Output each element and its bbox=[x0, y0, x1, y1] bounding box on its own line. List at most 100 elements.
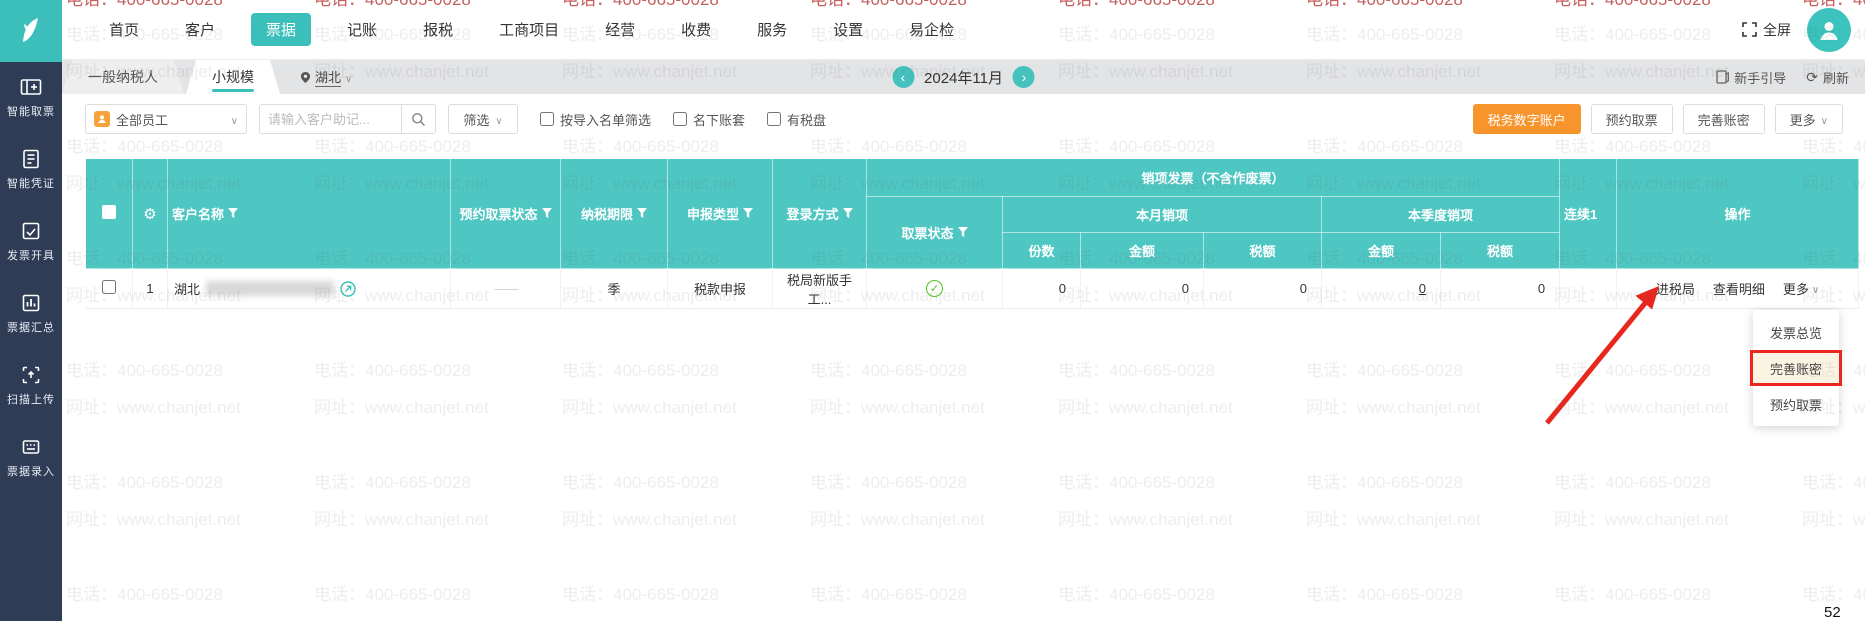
customer-search-input[interactable] bbox=[260, 111, 401, 127]
watermark-text: 电话：400-665-0028 bbox=[562, 473, 719, 492]
watermark-text: 网址：www.chanjet.net bbox=[810, 510, 985, 529]
watermark-text: 网址：www.chanjet.net bbox=[810, 617, 985, 621]
nav-item-tax-filing[interactable]: 报税 bbox=[413, 13, 463, 46]
watermark-text: 网址：www.chanjet.net bbox=[562, 398, 737, 417]
prev-month-button[interactable] bbox=[892, 66, 915, 88]
login-method-cell: 税局新版手工... bbox=[772, 268, 867, 309]
topnav-right: 全屏 bbox=[1742, 7, 1865, 52]
watermark-text: 网址：www.chanjet.net bbox=[314, 398, 489, 417]
header-login-method: 登录方式 bbox=[772, 158, 867, 269]
copies-cell: 0 bbox=[1002, 268, 1081, 309]
menu-item-invoice-overview[interactable]: 发票总览 bbox=[1753, 314, 1839, 350]
app-logo[interactable] bbox=[0, 0, 62, 62]
nav-item-bookkeeping[interactable]: 记账 bbox=[337, 13, 387, 46]
nav-item-tickets[interactable]: 票据 bbox=[251, 13, 312, 46]
nav-item-operations[interactable]: 经营 bbox=[595, 13, 645, 46]
checkbox-import-list[interactable]: 按导入名单筛选 bbox=[540, 110, 651, 129]
tax-disk-checkbox[interactable] bbox=[767, 112, 782, 126]
watermark-text: 电话：400-665-0028 bbox=[1058, 137, 1215, 156]
region-selector[interactable]: 湖北 bbox=[300, 60, 352, 94]
nav-item-customers[interactable]: 客户 bbox=[175, 13, 225, 46]
success-check-icon bbox=[926, 280, 943, 297]
watermark-text: 电话：400-665-0028 bbox=[1058, 585, 1215, 604]
nav-item-services[interactable]: 服务 bbox=[747, 13, 797, 46]
sidebar-item-label: 智能凭证 bbox=[7, 178, 55, 190]
smart-ticket-icon bbox=[20, 79, 42, 95]
watermark-text: 电话：400-665-0028 bbox=[314, 137, 471, 156]
customer-name[interactable]: 湖北 bbox=[174, 279, 200, 298]
sub-toolbar: 一般纳税人 小规模 湖北 2024年11月 新手引导 刷新 bbox=[62, 60, 1865, 94]
header-reserve-status: 预约取票状态 bbox=[450, 158, 561, 269]
more-button[interactable]: 更多 bbox=[1774, 104, 1843, 134]
watermark-text: 网址：www.chanjet.net bbox=[66, 398, 241, 417]
filter-icon[interactable] bbox=[228, 208, 239, 219]
customer-link-icon[interactable] bbox=[340, 280, 356, 297]
row-checkbox[interactable] bbox=[101, 280, 116, 294]
declare-type-cell: 税款申报 bbox=[667, 268, 773, 309]
watermark-text: 电话：400-665-0028 bbox=[562, 585, 719, 604]
nav-item-home[interactable]: 首页 bbox=[99, 13, 149, 46]
menu-item-reserve-ticket[interactable]: 预约取票 bbox=[1753, 386, 1839, 422]
column-settings-header bbox=[132, 158, 168, 269]
sidebar-item-label: 智能取票 bbox=[7, 106, 55, 118]
gear-icon[interactable] bbox=[143, 207, 156, 222]
nav-item-charges[interactable]: 收费 bbox=[671, 13, 721, 46]
enter-tax-bureau-link[interactable]: 进税局 bbox=[1656, 279, 1695, 298]
tab-general-taxpayer[interactable]: 一般纳税人 bbox=[62, 60, 184, 94]
filter-icon[interactable] bbox=[637, 208, 647, 219]
filter-dropdown-button[interactable]: 筛选 bbox=[448, 104, 518, 134]
checkbox-filters: 按导入名单筛选 名下账套 有税盘 bbox=[540, 110, 826, 129]
nav-item-settings[interactable]: 设置 bbox=[823, 13, 873, 46]
header-operation: 操作 bbox=[1616, 158, 1860, 269]
filter-icon[interactable] bbox=[743, 208, 753, 219]
tab-small-scale[interactable]: 小规模 bbox=[186, 60, 280, 94]
watermark-text: 电话：400-665-0028 bbox=[1554, 137, 1711, 156]
refresh-icon bbox=[1806, 69, 1818, 86]
watermark-text: 电话：400-665-0028 bbox=[810, 473, 967, 492]
view-detail-link[interactable]: 查看明细 bbox=[1713, 279, 1765, 298]
search-icon bbox=[412, 112, 426, 126]
filter-icon[interactable] bbox=[842, 208, 853, 219]
refresh-link[interactable]: 刷新 bbox=[1806, 68, 1849, 87]
select-all-checkbox[interactable] bbox=[102, 205, 116, 219]
nav-item-yiqijian[interactable]: 易企检 bbox=[899, 13, 964, 46]
next-month-button[interactable] bbox=[1012, 66, 1035, 88]
menu-item-complete-account[interactable]: 完善账密 bbox=[1750, 350, 1842, 386]
sidebar-item-smart-ticket[interactable]: 智能取票 bbox=[0, 62, 62, 134]
user-avatar[interactable] bbox=[1807, 7, 1851, 52]
watermark-text: 网址：www.chanjet.net bbox=[1554, 617, 1729, 621]
watermark-text: 网址：www.chanjet.net bbox=[1554, 398, 1729, 417]
tax-cell: 0 bbox=[1203, 268, 1322, 309]
quarter-amount-link[interactable]: 0 bbox=[1419, 281, 1426, 296]
watermark-text: 电话：400-665-0028 bbox=[1802, 473, 1865, 492]
filter-icon[interactable] bbox=[541, 208, 552, 219]
header-tax: 税额 bbox=[1203, 232, 1322, 269]
checkbox-owned-accounts[interactable]: 名下账套 bbox=[673, 110, 745, 129]
sidebar-item-ticket-entry[interactable]: 票据录入 bbox=[0, 422, 62, 494]
fullscreen-icon bbox=[1742, 22, 1757, 37]
chevron-down-icon bbox=[495, 112, 502, 127]
employee-filter-select[interactable]: 全部员工 bbox=[85, 104, 247, 134]
filter-toolbar: 全部员工 筛选 按导入名单筛选 名下账套 有税盘 bbox=[85, 104, 826, 134]
watermark-text: 网址：www.chanjet.net bbox=[314, 510, 489, 529]
filter-icon[interactable] bbox=[957, 227, 968, 238]
header-customer-name: 客户名称 bbox=[167, 158, 451, 269]
fullscreen-button[interactable]: 全屏 bbox=[1742, 20, 1791, 40]
owned-accounts-checkbox[interactable] bbox=[673, 112, 688, 126]
complete-account-button[interactable]: 完善账密 bbox=[1682, 104, 1765, 134]
checkbox-has-tax-disk[interactable]: 有税盘 bbox=[767, 110, 826, 129]
continuous-cell bbox=[1559, 268, 1618, 309]
subbar-right: 新手引导 刷新 bbox=[1716, 60, 1865, 94]
reserve-ticket-button[interactable]: 预约取票 bbox=[1590, 104, 1673, 134]
tax-digital-account-button[interactable]: 税务数字账户 bbox=[1472, 104, 1581, 134]
import-list-checkbox[interactable] bbox=[540, 112, 554, 126]
sidebar-item-ticket-summary[interactable]: 票据汇总 bbox=[0, 278, 62, 350]
top-navbar: 首页 客户 票据 记账 报税 工商项目 经营 收费 服务 设置 易企检 全屏 bbox=[62, 0, 1865, 60]
sidebar-item-smart-voucher[interactable]: 智能凭证 bbox=[0, 134, 62, 206]
sidebar-item-scan-upload[interactable]: 扫描上传 bbox=[0, 350, 62, 422]
search-button[interactable] bbox=[401, 105, 435, 133]
sidebar-item-invoice-issue[interactable]: 发票开具 bbox=[0, 206, 62, 278]
row-more-link[interactable]: 更多 bbox=[1783, 279, 1819, 298]
nav-item-business-projects[interactable]: 工商项目 bbox=[489, 13, 569, 46]
newbie-guide-link[interactable]: 新手引导 bbox=[1716, 68, 1786, 87]
